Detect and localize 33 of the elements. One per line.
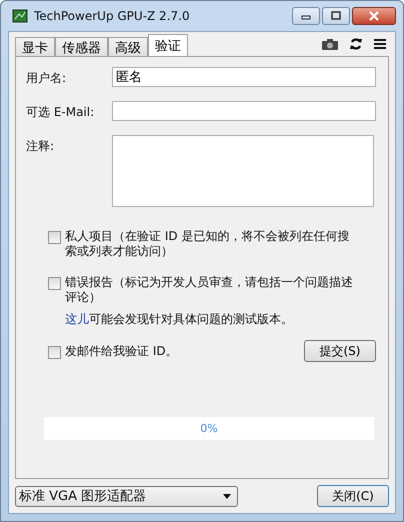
checkbox-label: 私人项目（在验证 ID 是已知的，将不会被列在任何搜索或列表才能访问）: [65, 229, 350, 259]
checkbox-label: 错误报告（标记为开发人员审查，请包括一个问题描述评论）: [65, 275, 354, 305]
window-title: TechPowerUp GPU-Z 2.7.0: [34, 9, 190, 23]
field-label: 注释:: [26, 138, 56, 155]
link[interactable]: 这儿: [65, 312, 89, 326]
maximize-button[interactable]: [322, 7, 350, 25]
checkbox[interactable]: [48, 277, 61, 290]
tab[interactable]: 高级: [108, 37, 148, 56]
input-field[interactable]: [112, 101, 376, 121]
dropdown-arrow-icon: [223, 494, 231, 498]
tab[interactable]: 传感器: [55, 37, 108, 56]
tab[interactable]: 显卡: [15, 37, 55, 56]
menu-icon[interactable]: [373, 38, 387, 50]
close-dialog-button[interactable]: 关闭(C): [317, 485, 389, 507]
camera-icon[interactable]: [321, 38, 339, 50]
field-label: 可选 E-Mail:: [26, 104, 96, 121]
comment-field[interactable]: [112, 135, 374, 207]
maximize-icon: [330, 11, 342, 21]
checkbox[interactable]: [48, 346, 61, 358]
minimize-button[interactable]: [292, 7, 320, 25]
checkbox[interactable]: [48, 231, 61, 244]
note-text: 这儿可能会发现针对具体问题的测试版本。: [65, 311, 294, 328]
adapter-dropdown[interactable]: 标准 VGA 图形适配器: [15, 486, 238, 506]
close-button[interactable]: [352, 7, 396, 25]
close-icon: [368, 11, 380, 21]
progress-reading: 0%: [200, 422, 218, 435]
field-label: 用户名:: [26, 70, 68, 87]
app-icon: [12, 9, 28, 23]
checkbox-label: 发邮件给我验证 ID。: [65, 344, 178, 358]
submit-button[interactable]: 提交(S): [304, 340, 376, 362]
tab[interactable]: 验证: [148, 34, 188, 56]
refresh-icon[interactable]: [349, 37, 363, 51]
input-field[interactable]: 匿名: [112, 67, 376, 87]
